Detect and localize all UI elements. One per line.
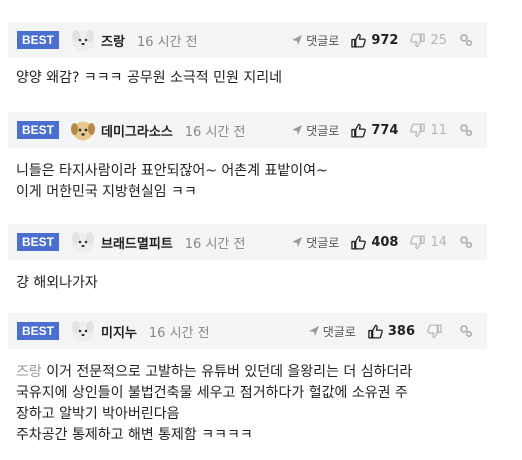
best-badge: BEST: [17, 322, 60, 340]
like-count: 972: [371, 32, 399, 48]
dislike-count: 11: [430, 122, 447, 138]
send-arrow-icon: [308, 326, 319, 336]
nickname[interactable]: 즈랑: [101, 31, 125, 50]
comment-item: BEST 브래드멸피트 16 시간 전 댓글로 408 14 걍 해외나가자: [8, 224, 487, 304]
like-count: 408: [371, 234, 399, 250]
dislike-button[interactable]: 11: [410, 123, 447, 138]
comment-text: 니들은 타지사람이라 표안되잖어~ 어촌계 표밭이여~ 이게 머한민국 지방현실…: [16, 163, 328, 200]
send-arrow-icon: [292, 237, 303, 247]
like-count: 386: [387, 323, 415, 339]
thumbs-up-icon: [368, 324, 383, 339]
comment-header: BEST 미지누 16 시간 전 댓글로 386: [8, 313, 487, 349]
dislike-count: 14: [430, 234, 447, 250]
like-button[interactable]: 408: [351, 235, 398, 250]
timestamp: 16 시간 전: [148, 325, 210, 341]
comment-item: BEST 즈랑 16 시간 전 댓글로 972 25 양양 왜감? ㅋㅋㅋ 공무…: [8, 22, 487, 100]
reply-label: 댓글로: [306, 123, 340, 138]
white-dog-avatar[interactable]: [70, 318, 96, 344]
timestamp: 16 시간 전: [184, 236, 246, 252]
reply-label: 댓글로: [306, 235, 340, 250]
comment-text: 걍 해외나가자: [16, 275, 98, 291]
reply-label: 댓글로: [322, 324, 356, 339]
mention-link[interactable]: 즈랑: [16, 364, 42, 380]
timestamp: 16 시간 전: [136, 34, 198, 50]
comment-text-body: 이거 전문적으로 고발하는 유튜버 있던데 을왕리는 더 심하더라 국유지에 상…: [16, 364, 413, 443]
best-badge: BEST: [17, 233, 60, 251]
send-arrow-icon: [292, 125, 303, 135]
reply-button[interactable]: 댓글로: [291, 32, 339, 49]
dislike-button[interactable]: 14: [410, 235, 447, 250]
reply-label: 댓글로: [306, 33, 340, 48]
comment-text: 즈랑 이거 전문적으로 고발하는 유튜버 있던데 을왕리는 더 심하더라 국유지…: [16, 362, 481, 446]
puppy-avatar[interactable]: [70, 117, 96, 143]
comment-header: BEST 즈랑 16 시간 전 댓글로 972 25: [8, 22, 487, 58]
reply-button[interactable]: 댓글로: [291, 234, 339, 251]
thumbs-down-icon: [427, 323, 442, 338]
send-arrow-icon: [292, 35, 303, 45]
like-button[interactable]: 774: [351, 123, 398, 138]
thumbs-down-icon: [410, 122, 426, 137]
reply-button[interactable]: 댓글로: [291, 122, 339, 139]
thumbs-up-icon: [351, 123, 367, 138]
reply-button[interactable]: 댓글로: [308, 323, 356, 340]
thumbs-up-icon: [351, 33, 367, 48]
link-icon[interactable]: [459, 324, 473, 338]
like-button[interactable]: 972: [351, 33, 398, 48]
dislike-button[interactable]: 25: [410, 33, 447, 48]
comment-header: BEST 데미그라소스 16 시간 전 댓글로 774 11: [8, 112, 487, 148]
best-badge: BEST: [17, 31, 60, 49]
white-dog-avatar[interactable]: [70, 229, 96, 255]
comment-item: BEST 미지누 16 시간 전 댓글로 386 즈랑 이거 전문적으로 고발하…: [8, 313, 487, 460]
comment-header: BEST 브래드멸피트 16 시간 전 댓글로 408 14: [8, 224, 487, 260]
thumbs-down-icon: [410, 234, 426, 249]
best-badge: BEST: [17, 121, 60, 139]
link-icon[interactable]: [459, 235, 473, 249]
white-dog-avatar[interactable]: [70, 27, 96, 53]
nickname[interactable]: 브래드멸피트: [101, 233, 173, 252]
timestamp: 16 시간 전: [184, 124, 246, 140]
nickname[interactable]: 데미그라소스: [101, 121, 173, 140]
thumbs-down-icon: [410, 32, 426, 47]
comment-item: BEST 데미그라소스 16 시간 전 댓글로 774 11 니들은 타지사람이…: [8, 112, 487, 212]
dislike-count: 25: [430, 32, 447, 48]
like-count: 774: [371, 122, 399, 138]
comment-text: 양양 왜감? ㅋㅋㅋ 공무원 소극적 민원 지리네: [16, 70, 282, 86]
link-icon[interactable]: [459, 33, 473, 47]
like-button[interactable]: 386: [368, 324, 415, 339]
link-icon[interactable]: [459, 123, 473, 137]
thumbs-up-icon: [351, 235, 367, 250]
dislike-button[interactable]: [427, 323, 447, 339]
nickname[interactable]: 미지누: [101, 322, 137, 341]
